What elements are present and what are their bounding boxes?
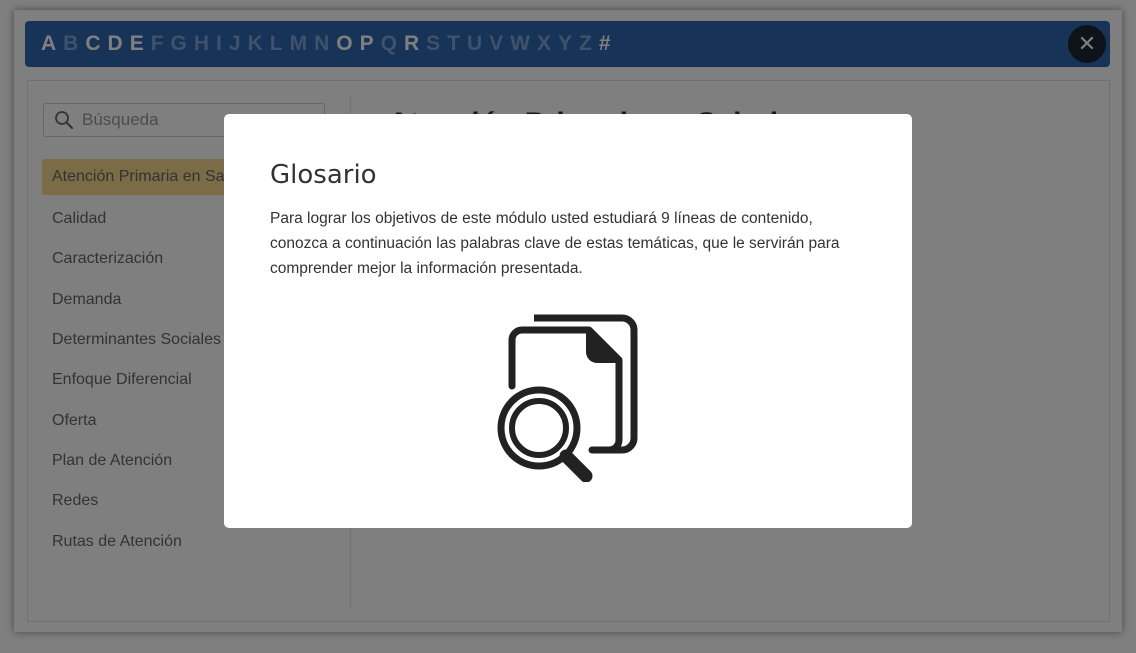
- modal-title: Glosario: [270, 160, 377, 190]
- glossary-intro-modal: Glosario Para lograr los objetivos de es…: [224, 114, 912, 528]
- document-search-icon: [497, 314, 638, 482]
- modal-description: Para lograr los objetivos de este módulo…: [270, 210, 840, 277]
